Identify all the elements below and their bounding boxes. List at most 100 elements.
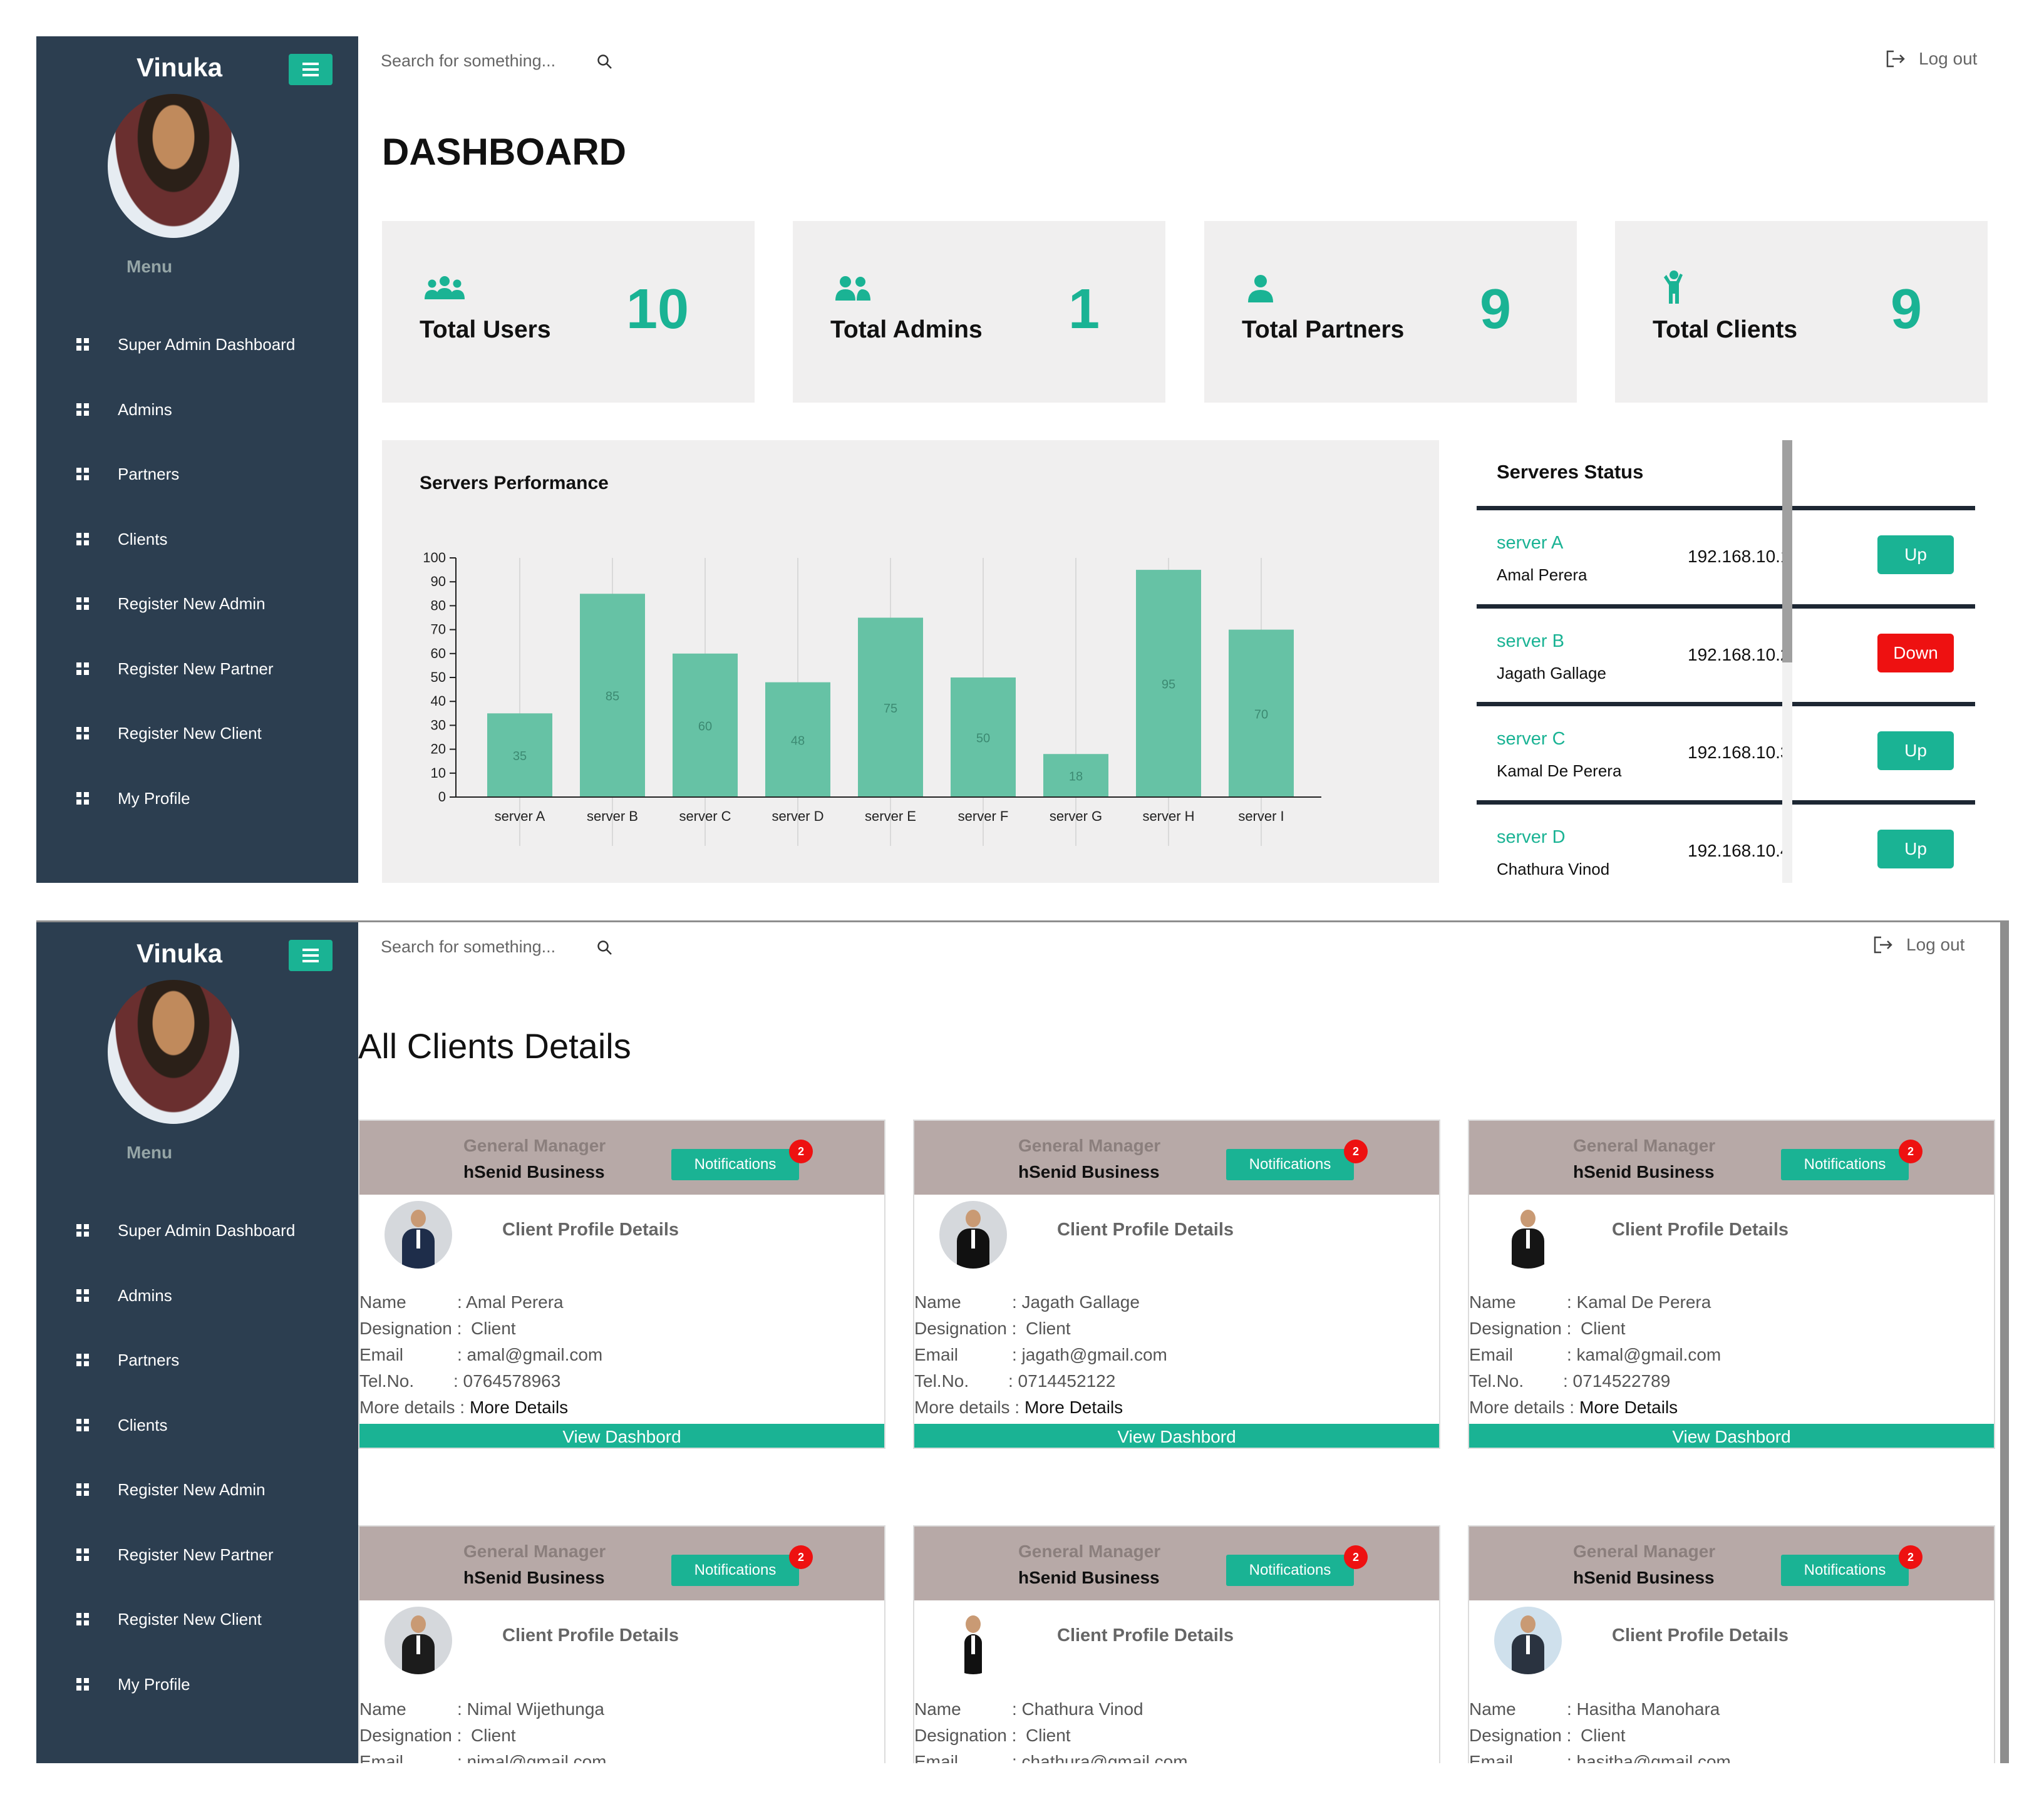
nav-register-new-client[interactable]: Register New Client	[36, 1600, 358, 1638]
client-profile-title: Client Profile Details	[1057, 1625, 1234, 1645]
nav-label: Super Admin Dashboard	[118, 334, 296, 354]
more-details-link[interactable]: More Details	[1579, 1398, 1678, 1418]
nav-register-new-admin[interactable]: Register New Admin	[36, 585, 358, 622]
nav-super-admin-dashboard[interactable]: Super Admin Dashboard	[36, 326, 358, 363]
client-company: hSenid Business	[1018, 1162, 1160, 1182]
notifications-button[interactable]: Notifications	[671, 1555, 799, 1586]
y-tick-label: 0	[438, 789, 446, 805]
nav-clients[interactable]: Clients	[36, 520, 358, 558]
grid-icon	[76, 1483, 89, 1496]
client-company: hSenid Business	[463, 1568, 605, 1587]
name-label: Name	[359, 1699, 406, 1719]
bar-value-label: 85	[606, 690, 619, 704]
menu-toggle-button[interactable]	[289, 940, 333, 971]
status-badge[interactable]: Up	[1877, 830, 1954, 868]
nav-register-new-partner[interactable]: Register New Partner	[36, 650, 358, 687]
server-name[interactable]: server B	[1497, 631, 1564, 652]
nav-register-new-client[interactable]: Register New Client	[36, 714, 358, 752]
client-company: hSenid Business	[1018, 1568, 1160, 1587]
logout-icon	[1874, 936, 1892, 954]
nav-admins[interactable]: Admins	[36, 1277, 358, 1314]
nav-label: Partners	[118, 1350, 180, 1369]
client-designation: Client	[471, 1319, 516, 1338]
client-designation: Client	[1026, 1319, 1071, 1338]
x-tick-label: server H	[1142, 808, 1194, 824]
more-details-link[interactable]: More Details	[470, 1398, 568, 1418]
server-name[interactable]: server D	[1497, 827, 1566, 848]
tel-label: Tel.No.	[1469, 1371, 1524, 1391]
nav-admins[interactable]: Admins	[36, 391, 358, 428]
servers-status-panel: Serveres Status server A Amal Perera 192…	[1477, 440, 2003, 883]
nav-partners[interactable]: Partners	[36, 1341, 358, 1379]
status-scrollbar[interactable]	[1782, 440, 1792, 883]
notifications-button[interactable]: Notifications	[1781, 1555, 1909, 1586]
nav-super-admin-dashboard[interactable]: Super Admin Dashboard	[36, 1212, 358, 1249]
x-tick-label: server I	[1238, 808, 1284, 824]
nav-register-new-partner[interactable]: Register New Partner	[36, 1536, 358, 1573]
client-tel: : 0764578963	[453, 1371, 561, 1391]
client-name: : Hasitha Manohara	[1567, 1699, 1720, 1719]
client-role: General Manager	[463, 1542, 606, 1561]
name-label: Name	[914, 1699, 961, 1719]
nav-my-profile[interactable]: My Profile	[36, 780, 358, 817]
user-avatar	[108, 980, 239, 1124]
grid-icon	[76, 1354, 89, 1366]
grid-icon	[76, 727, 89, 739]
servers-performance-chart: 35 server A 85 server B 60 server C 48 server D…	[423, 550, 1321, 846]
bar-value-label: 50	[976, 732, 990, 746]
nav-my-profile[interactable]: My Profile	[36, 1666, 358, 1703]
users-group-icon	[425, 276, 465, 299]
notification-count-badge: 2	[1899, 1545, 1923, 1569]
logout-button[interactable]: Log out	[1871, 934, 1964, 956]
more-details-link[interactable]: More Details	[1025, 1398, 1123, 1418]
client-card-header: General Manager hSenid Business Notifica…	[914, 1527, 1439, 1600]
brand-name: Vinuka	[137, 939, 222, 968]
y-tick-label: 40	[431, 693, 446, 709]
scrollbar-thumb[interactable]	[1782, 440, 1792, 662]
stat-label: Total Admins	[830, 316, 983, 343]
tel-label: Tel.No.	[359, 1371, 415, 1391]
notifications-button[interactable]: Notifications	[671, 1149, 799, 1180]
notifications-button[interactable]: Notifications	[1226, 1555, 1354, 1586]
status-badge[interactable]: Down	[1877, 634, 1954, 672]
notifications-button[interactable]: Notifications	[1226, 1149, 1354, 1180]
notification-count-badge: 2	[789, 1140, 813, 1163]
search-input[interactable]: Search for something...	[381, 937, 555, 957]
view-dashboard-button[interactable]: View Dashbord	[359, 1424, 884, 1448]
x-tick-label: server D	[772, 808, 823, 824]
logout-label: Log out	[1919, 49, 1978, 68]
client-company: hSenid Business	[1573, 1162, 1715, 1182]
nav-clients[interactable]: Clients	[36, 1406, 358, 1444]
client-company: hSenid Business	[1573, 1568, 1715, 1587]
status-badge[interactable]: Up	[1877, 731, 1954, 770]
nav-partners[interactable]: Partners	[36, 455, 358, 493]
view-dashboard-button[interactable]: View Dashbord	[1469, 1424, 1994, 1448]
search-input[interactable]: Search for something...	[381, 51, 555, 71]
client-profile-title: Client Profile Details	[1057, 1220, 1234, 1240]
search-icon[interactable]	[597, 54, 613, 70]
server-name[interactable]: server A	[1497, 533, 1563, 554]
logout-button[interactable]: Log out	[1884, 48, 1977, 70]
client-card: General Manager hSenid Business Notifica…	[358, 1525, 885, 1763]
server-status-row: server C Kamal De Perera 192.168.10.3 Up	[1477, 702, 1975, 796]
view-dashboard-button[interactable]: View Dashbord	[914, 1424, 1439, 1448]
menu-toggle-button[interactable]	[289, 54, 333, 85]
designation-label: Designation :	[359, 1319, 462, 1338]
stat-value: 1	[1068, 278, 1100, 341]
notifications-button[interactable]: Notifications	[1781, 1149, 1909, 1180]
server-ip: 192.168.10.1	[1688, 547, 1790, 566]
y-tick-label: 90	[431, 574, 446, 589]
search-icon[interactable]	[597, 940, 613, 956]
nav-label: Register New Partner	[118, 659, 274, 678]
logout-label: Log out	[1906, 935, 1965, 954]
status-badge[interactable]: Up	[1877, 535, 1954, 574]
stat-label: Total Users	[420, 316, 551, 343]
dashboard-screen: Vinuka Menu Super Admin Dashboard Admins…	[36, 36, 2009, 883]
server-name[interactable]: server C	[1497, 729, 1566, 749]
stat-label: Total Partners	[1242, 316, 1405, 343]
client-card: General Manager hSenid Business Notifica…	[1468, 1120, 1995, 1449]
grid-icon	[76, 468, 89, 480]
nav-register-new-admin[interactable]: Register New Admin	[36, 1471, 358, 1508]
y-tick-label: 30	[431, 717, 446, 733]
client-name: : Kamal De Perera	[1567, 1292, 1711, 1312]
